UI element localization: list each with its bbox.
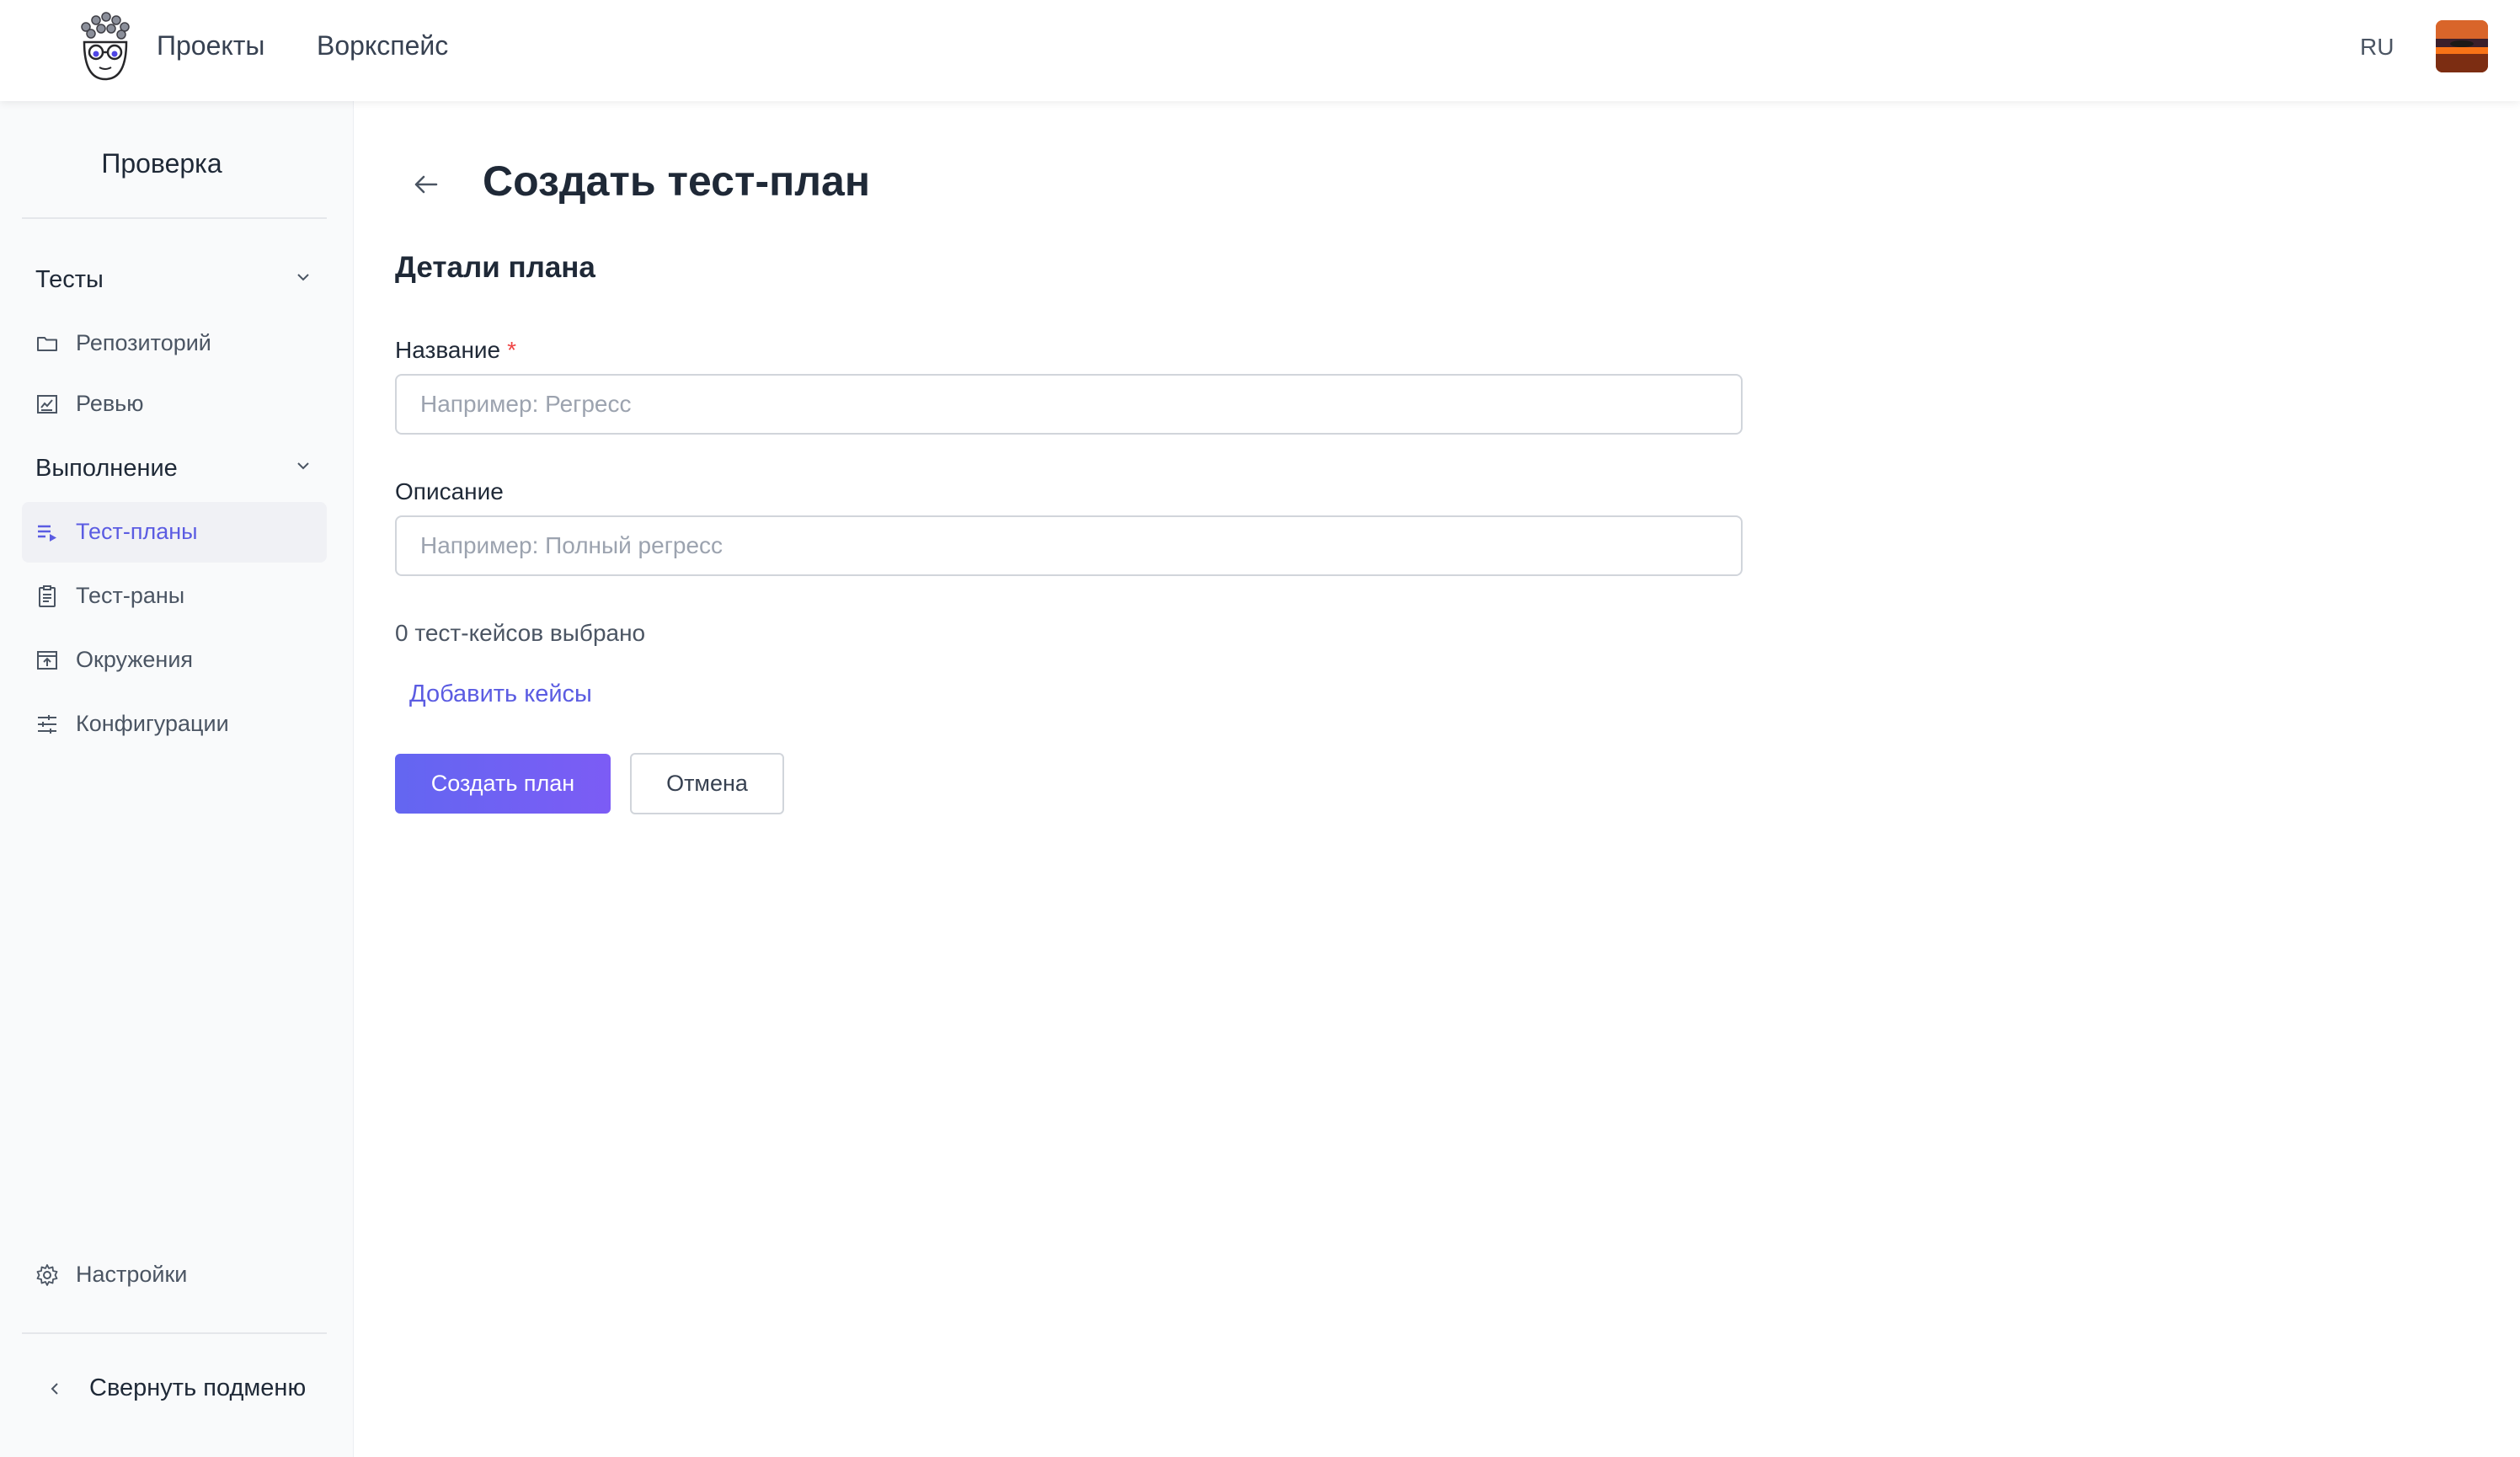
selected-cases-count: 0 тест-кейсов выбрано: [395, 620, 646, 646]
add-cases-link[interactable]: Добавить кейсы: [409, 680, 592, 708]
sidebar-item-label: Настройки: [76, 1262, 188, 1287]
plan-name-input[interactable]: [395, 374, 1743, 435]
sidebar-item-label: Ревью: [76, 391, 144, 416]
sidebar-item-label: Тест-планы: [76, 519, 198, 544]
sidebar-item-test-runs[interactable]: Тест-раны: [22, 566, 327, 627]
sidebar-item-test-plans[interactable]: Тест-планы: [22, 502, 327, 563]
sidebar: Проверка Тесты Репозиторий Ревью Выполне…: [0, 101, 354, 1457]
folder-icon: [35, 332, 59, 355]
sidebar-group-tests[interactable]: Тесты: [35, 266, 313, 294]
sidebar-item-review[interactable]: Ревью: [22, 374, 327, 435]
nav-workspace-link[interactable]: Воркспейс: [317, 30, 448, 61]
sidebar-group-label: Тесты: [35, 266, 104, 293]
gear-icon: [35, 1263, 59, 1287]
sidebar-divider: [22, 217, 327, 219]
playlist-icon: [35, 520, 59, 544]
sidebar-group-label: Выполнение: [35, 455, 178, 482]
language-switcher[interactable]: RU: [2360, 34, 2394, 61]
chevron-down-icon: [293, 455, 313, 475]
collapse-submenu-label: Свернуть подменю: [89, 1374, 307, 1401]
project-name: Проверка: [101, 148, 222, 179]
sidebar-item-label: Репозиторий: [76, 330, 211, 355]
review-icon: [35, 392, 59, 416]
sidebar-item-settings[interactable]: Настройки: [22, 1245, 327, 1305]
sidebar-item-configurations[interactable]: Конфигурации: [22, 694, 327, 755]
required-mark: *: [507, 337, 517, 363]
environment-icon: [35, 648, 59, 672]
sidebar-item-label: Окружения: [76, 647, 194, 672]
sidebar-item-environments[interactable]: Окружения: [22, 630, 327, 691]
sidebar-group-execution[interactable]: Выполнение: [35, 455, 313, 483]
sidebar-divider: [22, 1332, 327, 1334]
page-title: Создать тест-план: [483, 157, 871, 205]
chevron-left-icon: [45, 1380, 64, 1398]
description-field-label: Описание: [395, 478, 504, 504]
cancel-button[interactable]: Отмена: [630, 753, 784, 814]
user-avatar[interactable]: [2436, 20, 2488, 72]
collapse-submenu-button[interactable]: Свернуть подменю: [22, 1364, 327, 1415]
logo-icon[interactable]: [76, 8, 135, 84]
sidebar-item-label: Конфигурации: [76, 711, 229, 736]
back-button[interactable]: [406, 165, 445, 204]
name-field-label: Название *: [395, 337, 516, 364]
sidebar-item-label: Тест-раны: [76, 583, 185, 608]
section-title: Детали плана: [395, 251, 595, 284]
sliders-icon: [35, 712, 59, 736]
chevron-down-icon: [293, 266, 313, 286]
create-plan-button[interactable]: Создать план: [395, 754, 611, 814]
nav-projects-link[interactable]: Проекты: [157, 30, 264, 61]
top-navbar: Проекты Воркспейс RU: [0, 0, 2520, 101]
clipboard-icon: [35, 584, 59, 608]
arrow-left-icon: [406, 175, 445, 207]
plan-description-input[interactable]: [395, 515, 1743, 576]
sidebar-item-repository[interactable]: Репозиторий: [22, 313, 327, 374]
name-label-text: Название: [395, 337, 501, 363]
